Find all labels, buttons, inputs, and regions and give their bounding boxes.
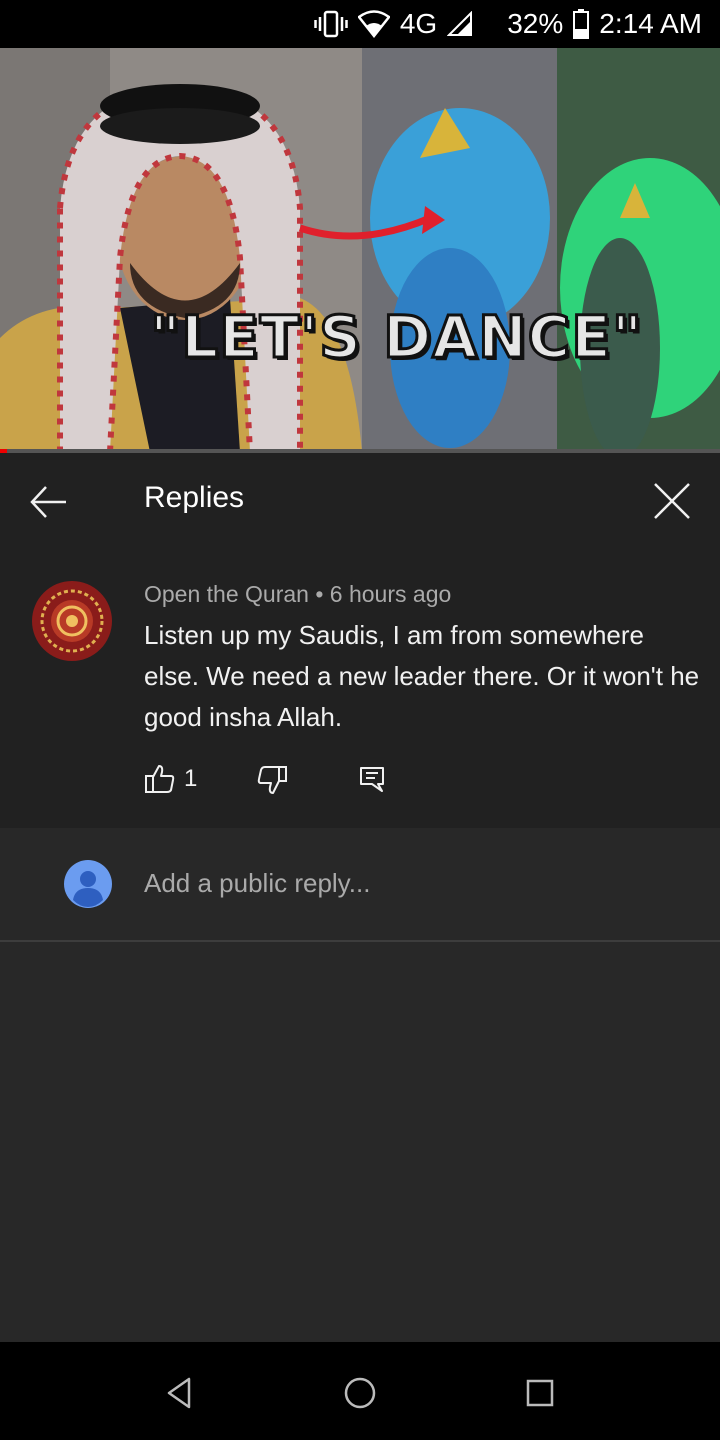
wifi-icon xyxy=(357,10,390,38)
reply-input[interactable]: Add a public reply... xyxy=(144,868,370,899)
system-nav-bar xyxy=(0,1342,720,1440)
reply-button[interactable] xyxy=(358,765,386,793)
comment-author[interactable]: Open the Quran xyxy=(144,581,309,607)
like-button[interactable] xyxy=(144,763,176,795)
signal-icon xyxy=(447,11,473,37)
avatar[interactable] xyxy=(32,581,112,661)
arrow-left-icon xyxy=(30,486,66,518)
thumbs-down-icon xyxy=(257,766,287,794)
nav-home-button[interactable] xyxy=(342,1375,378,1411)
comment: Open the Quran • 6 hours ago Listen up m… xyxy=(0,549,720,828)
comment-time: 6 hours ago xyxy=(329,581,452,607)
nav-back-button[interactable] xyxy=(162,1375,198,1411)
video-thumbnail xyxy=(0,48,720,452)
thumbnail-caption: "LET'S DANCE" xyxy=(149,302,644,373)
comment-icon xyxy=(360,767,384,792)
thumbs-up-icon xyxy=(145,765,175,793)
battery-percent: 32% xyxy=(507,8,564,39)
circle-home-icon xyxy=(344,1377,376,1409)
dislike-button[interactable] xyxy=(256,765,288,797)
video-player[interactable]: "LET'S DANCE" xyxy=(0,48,720,452)
vibrate-icon xyxy=(314,9,348,39)
triangle-back-icon xyxy=(167,1377,191,1409)
back-button[interactable] xyxy=(24,477,74,527)
user-avatar xyxy=(64,860,112,908)
close-icon xyxy=(654,483,690,519)
comment-text: Listen up my Saudis, I am from somewhere… xyxy=(144,620,700,732)
page-title: Replies xyxy=(144,481,245,514)
replies-header: Replies xyxy=(0,453,720,549)
comment-meta: Open the Quran • 6 hours ago xyxy=(144,581,451,608)
meta-separator: • xyxy=(315,581,324,607)
battery-icon xyxy=(573,9,590,39)
network-type: 4G xyxy=(399,8,438,39)
clock: 2:14 AM xyxy=(599,8,702,39)
status-bar: 4G 32% 2:14 AM xyxy=(0,0,720,48)
close-button[interactable] xyxy=(648,477,696,525)
nav-recents-button[interactable] xyxy=(522,1375,558,1411)
like-count: 1 xyxy=(184,765,198,792)
add-reply-row: Add a public reply... xyxy=(0,828,720,942)
square-recents-icon xyxy=(526,1379,554,1407)
quran-logo-icon xyxy=(32,581,112,661)
user-icon xyxy=(64,860,112,908)
